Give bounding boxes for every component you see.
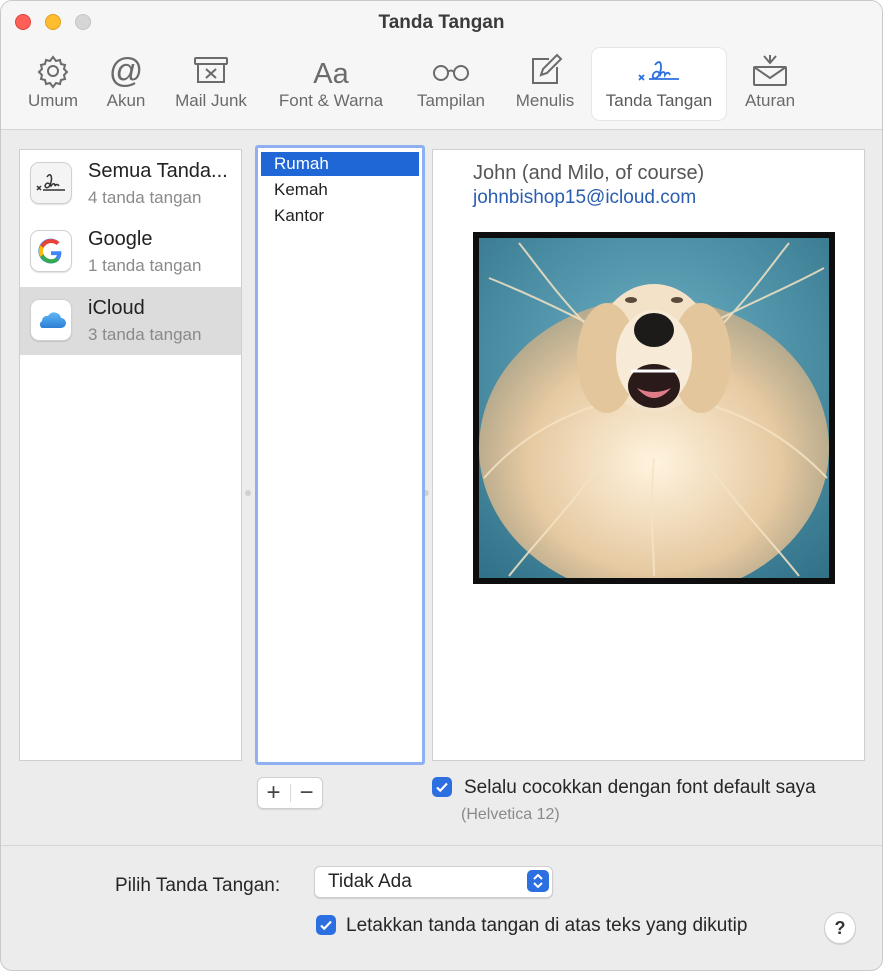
signature-item-rumah[interactable]: Rumah [261, 152, 419, 176]
match-font-checkbox[interactable] [432, 777, 452, 797]
icloud-icon [30, 299, 72, 341]
account-name: Google [88, 228, 153, 250]
signature-item-kemah[interactable]: Kemah [261, 178, 419, 202]
chevron-updown-icon [527, 870, 549, 892]
checkmark-icon [320, 920, 332, 931]
tab-font-warna-label: Font & Warna [278, 91, 384, 110]
account-count: 4 tanda tangan [88, 188, 202, 207]
account-row-icloud[interactable]: iCloud 3 tanda tangan [20, 287, 241, 355]
junk-tray-icon [194, 57, 228, 83]
help-button[interactable]: ? [824, 912, 856, 944]
match-font-label: Selalu cocokkan dengan font default saya [464, 777, 816, 798]
dog-photo [473, 232, 835, 584]
tab-aturan-label: Aturan [744, 91, 796, 110]
place-above-checkbox[interactable] [316, 915, 336, 935]
tab-mail-junk[interactable]: Mail Junk [169, 51, 253, 121]
tab-menulis[interactable]: Menulis [509, 51, 581, 121]
glasses-icon [433, 65, 469, 81]
signature-preview[interactable]: John (and Milo, of course) johnbishop15@… [432, 149, 865, 761]
tab-akun-label: Akun [106, 91, 146, 110]
signature-email-link[interactable]: johnbishop15@icloud.com [473, 187, 696, 209]
compose-icon [532, 53, 563, 84]
account-name: Semua Tanda... [88, 160, 228, 182]
signature-icon [638, 61, 679, 81]
preferences-window: Tanda Tangan Umum @ Akun Mail Junk Aa Fo… [0, 0, 883, 971]
account-name: iCloud [88, 297, 145, 319]
window-title: Tanda Tangan [378, 12, 505, 33]
tab-tampilan[interactable]: Tampilan [411, 51, 491, 121]
tab-aturan[interactable]: Aturan [741, 51, 799, 121]
svg-text:Aa: Aa [313, 58, 349, 89]
split-handle[interactable] [245, 490, 251, 496]
add-remove-buttons: + − [257, 777, 323, 809]
add-signature-button[interactable]: + [258, 779, 289, 807]
tab-tanda-tangan[interactable]: Tanda Tangan [592, 48, 726, 120]
account-count: 1 tanda tangan [88, 256, 202, 275]
font-icon: Aa [313, 58, 349, 89]
tab-menulis-label: Menulis [515, 91, 575, 110]
tab-font-warna[interactable]: Aa Font & Warna [273, 51, 389, 121]
svg-text:@: @ [109, 53, 144, 89]
divider [1, 845, 882, 846]
checkmark-icon [436, 782, 448, 793]
tab-tanda-tangan-label: Tanda Tangan [605, 91, 713, 110]
google-icon [30, 230, 72, 272]
toolbar: Tanda Tangan Umum @ Akun Mail Junk Aa Fo… [1, 1, 882, 130]
signatures-list: Rumah Kemah Kantor [255, 145, 425, 765]
account-row-google[interactable]: Google 1 tanda tangan [20, 218, 241, 286]
rules-envelope-icon [753, 55, 787, 86]
font-hint: (Helvetica 12) [461, 806, 560, 823]
tab-mail-junk-label: Mail Junk [175, 91, 247, 110]
signature-name-line: John (and Milo, of course) [473, 162, 705, 184]
at-icon: @ [109, 53, 144, 89]
choose-signature-label: Pilih Tanda Tangan: [115, 875, 281, 896]
tab-umum-label: Umum [27, 91, 79, 110]
choose-signature-popup[interactable]: Tidak Ada [314, 866, 553, 898]
accounts-list: Semua Tanda... 4 tanda tangan Google 1 t… [19, 149, 242, 761]
choose-signature-value: Tidak Ada [328, 871, 412, 892]
account-count: 3 tanda tangan [88, 325, 202, 344]
signature-icon [30, 162, 72, 204]
place-above-label: Letakkan tanda tangan di atas teks yang … [346, 915, 748, 936]
tab-umum[interactable]: Umum [23, 51, 83, 121]
gear-icon [37, 55, 69, 89]
tab-akun[interactable]: @ Akun [101, 51, 151, 121]
account-row-all[interactable]: Semua Tanda... 4 tanda tangan [20, 150, 241, 218]
tab-tampilan-label: Tampilan [416, 91, 486, 110]
signature-item-kantor[interactable]: Kantor [261, 204, 419, 228]
remove-signature-button[interactable]: − [291, 779, 322, 807]
